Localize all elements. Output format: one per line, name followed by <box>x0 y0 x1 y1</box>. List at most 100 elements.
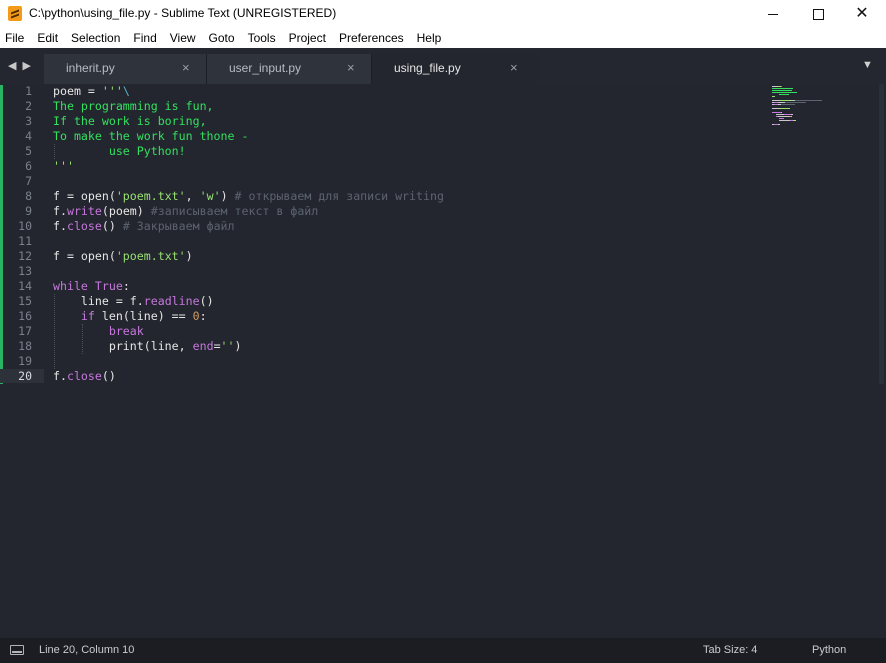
code-line: line = f.readline() <box>53 294 214 309</box>
code-token: f. <box>53 219 67 233</box>
show-panel-icon[interactable] <box>10 645 24 655</box>
code-token: 'w' <box>199 189 221 203</box>
tab-close-icon[interactable]: × <box>347 60 355 75</box>
minimap-segment <box>775 114 784 115</box>
menu-tools[interactable]: Tools <box>242 31 283 45</box>
tab-strip: ◀▶ inherit.py × user_input.py × using_fi… <box>0 48 886 84</box>
line-number: 6 <box>25 159 32 173</box>
code-line: The programming is fun, <box>53 99 214 114</box>
code-token: ) <box>220 189 235 203</box>
tab-label: using_file.py <box>394 61 461 75</box>
line-number: 4 <box>25 129 32 143</box>
menu-goto[interactable]: Goto <box>203 31 242 45</box>
tab-list-dropdown-icon[interactable]: ▼ <box>862 59 873 71</box>
code-token: f = open( <box>53 189 116 203</box>
code-token: use Python! <box>53 144 186 158</box>
minimap-segment <box>772 108 781 109</box>
line-number: 18 <box>18 339 32 353</box>
code-line: To make the work fun thone - <box>53 129 248 144</box>
minimap-segment <box>780 100 790 101</box>
minimap-segment <box>783 114 791 115</box>
line-number: 9 <box>25 204 32 218</box>
minimap-segment <box>779 94 790 95</box>
line-number: 7 <box>25 174 32 188</box>
close-window-button[interactable]: ✕ <box>840 0 884 28</box>
tab-inherit[interactable]: inherit.py × <box>44 54 206 84</box>
tab-navigation-arrows-icon[interactable]: ◀▶ <box>8 59 37 72</box>
tab-user-input[interactable]: user_input.py × <box>207 54 371 84</box>
code-token: = <box>213 339 221 353</box>
code-token: () <box>199 294 214 308</box>
code-token: readline <box>143 294 200 308</box>
indent-guide <box>54 144 56 159</box>
menu-bar: File Edit Selection Find View Goto Tools… <box>0 28 886 48</box>
code-editor[interactable]: 1 2 3 4 5 6 7 8 9 10 11 12 13 14 15 16 17 18 19 20 poem = '… <box>0 84 886 638</box>
line-number: 14 <box>18 279 32 293</box>
code-token: f = open( <box>53 249 116 263</box>
indent-guide <box>54 294 56 369</box>
tab-using-file[interactable]: using_file.py × <box>372 54 539 84</box>
minimap-segment <box>779 120 790 121</box>
minimap-segment <box>781 104 796 105</box>
tab-label: user_input.py <box>229 61 302 75</box>
line-number: 15 <box>18 294 32 308</box>
code-token: (poem) <box>101 204 151 218</box>
line-number: 12 <box>18 249 32 263</box>
menu-find[interactable]: Find <box>127 31 163 45</box>
code-token: f. <box>53 204 67 218</box>
line-number: 2 <box>25 99 32 113</box>
tab-size-indicator[interactable]: Tab Size: 4 <box>703 644 757 656</box>
minimap-segment <box>772 90 792 91</box>
line-number: 13 <box>18 264 32 278</box>
menu-file[interactable]: File <box>0 31 31 45</box>
window-title: C:\python\using_file.py - Sublime Text (… <box>29 6 337 20</box>
minimap-segment <box>780 108 790 109</box>
minimap-segment <box>784 102 807 103</box>
code-token: close <box>66 219 102 233</box>
status-bar: Line 20, Column 10 Tab Size: 4 Python <box>0 638 886 663</box>
menu-preferences[interactable]: Preferences <box>333 31 411 45</box>
minimap-segment <box>772 100 781 101</box>
code-token: If the work is boring, <box>53 114 207 128</box>
code-token: write <box>66 204 102 218</box>
code-line: if len(line) == 0: <box>53 309 207 324</box>
code-token: 'poem.txt' <box>115 189 186 203</box>
code-line: f.close() <box>53 369 116 384</box>
code-line: If the work is boring, <box>53 114 207 129</box>
maximize-button[interactable] <box>796 0 840 28</box>
minimap-segment <box>779 118 784 119</box>
menu-help[interactable]: Help <box>411 31 449 45</box>
menu-selection[interactable]: Selection <box>65 31 127 45</box>
scrollbar-thumb[interactable] <box>879 84 884 384</box>
code-line: use Python! <box>53 144 186 159</box>
code-token: # открываем для записи writing <box>234 189 444 203</box>
code-line: break <box>53 324 144 339</box>
minimize-button[interactable] <box>751 0 795 28</box>
line-number: 5 <box>25 144 32 158</box>
code-token: 'poem.txt' <box>115 249 186 263</box>
minimap-segment <box>778 116 790 117</box>
minimize-icon <box>768 13 778 15</box>
title-bar: C:\python\using_file.py - Sublime Text (… <box>0 0 886 28</box>
code-token: ''' <box>101 84 123 98</box>
code-token: () <box>101 219 123 233</box>
tab-close-icon[interactable]: × <box>510 60 518 75</box>
minimap-segment <box>790 116 792 117</box>
minimap[interactable] <box>772 84 872 144</box>
menu-project[interactable]: Project <box>283 31 333 45</box>
code-token: len(line) == <box>101 309 193 323</box>
menu-view[interactable]: View <box>164 31 203 45</box>
minimap-segment <box>790 114 793 115</box>
cursor-position: Line 20, Column 10 <box>39 644 135 656</box>
syntax-selector[interactable]: Python <box>812 644 846 656</box>
menu-edit[interactable]: Edit <box>31 31 65 45</box>
code-token: The programming is fun, <box>53 99 214 113</box>
line-number: 1 <box>25 84 32 98</box>
indent-guide <box>82 324 84 354</box>
tab-close-icon[interactable]: × <box>182 60 190 75</box>
code-token: () <box>101 369 116 383</box>
line-number: 3 <box>25 114 32 128</box>
modified-lines-indicator <box>0 85 3 384</box>
line-number: 16 <box>18 309 32 323</box>
code-token: '' <box>220 339 235 353</box>
